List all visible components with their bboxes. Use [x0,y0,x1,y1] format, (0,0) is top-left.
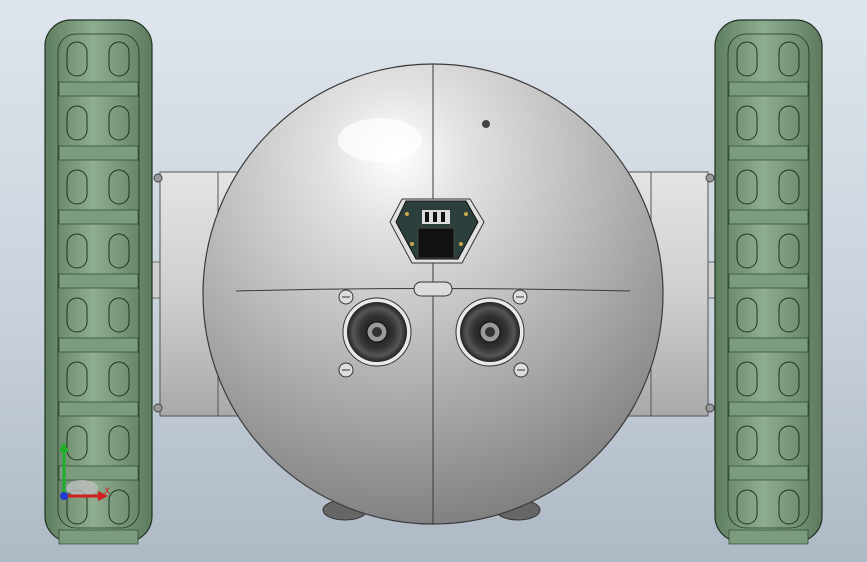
right-ultrasonic-sensor[interactable] [455,297,525,367]
cad-graphics-viewport[interactable]: Y X [0,0,867,562]
x-axis-label: X [104,487,110,497]
tread-band [58,273,139,289]
screw [513,362,529,378]
screw [512,289,528,305]
front-slot [413,281,453,297]
tread-band [58,81,139,97]
tread-band [728,465,809,481]
robot-model-view[interactable]: Y X [0,0,867,562]
tread-band [728,273,809,289]
left-ultrasonic-sensor[interactable] [342,297,412,367]
tread-band [728,401,809,417]
tread-band [58,401,139,417]
screw [338,362,354,378]
tread-band [58,209,139,225]
tread-band [58,337,139,353]
tread-band [728,529,809,545]
tread-band [728,145,809,161]
tread-band [58,145,139,161]
tread-band [58,529,139,545]
z-axis-dot [60,492,68,500]
y-axis-label: Y [59,445,66,455]
mount-hole [482,120,490,128]
tread-band [728,337,809,353]
right-wheel[interactable] [714,19,823,545]
tread-band [58,465,139,481]
left-wheel[interactable] [44,19,153,545]
tread-band [728,209,809,225]
tread-band [728,81,809,97]
screw [338,289,354,305]
